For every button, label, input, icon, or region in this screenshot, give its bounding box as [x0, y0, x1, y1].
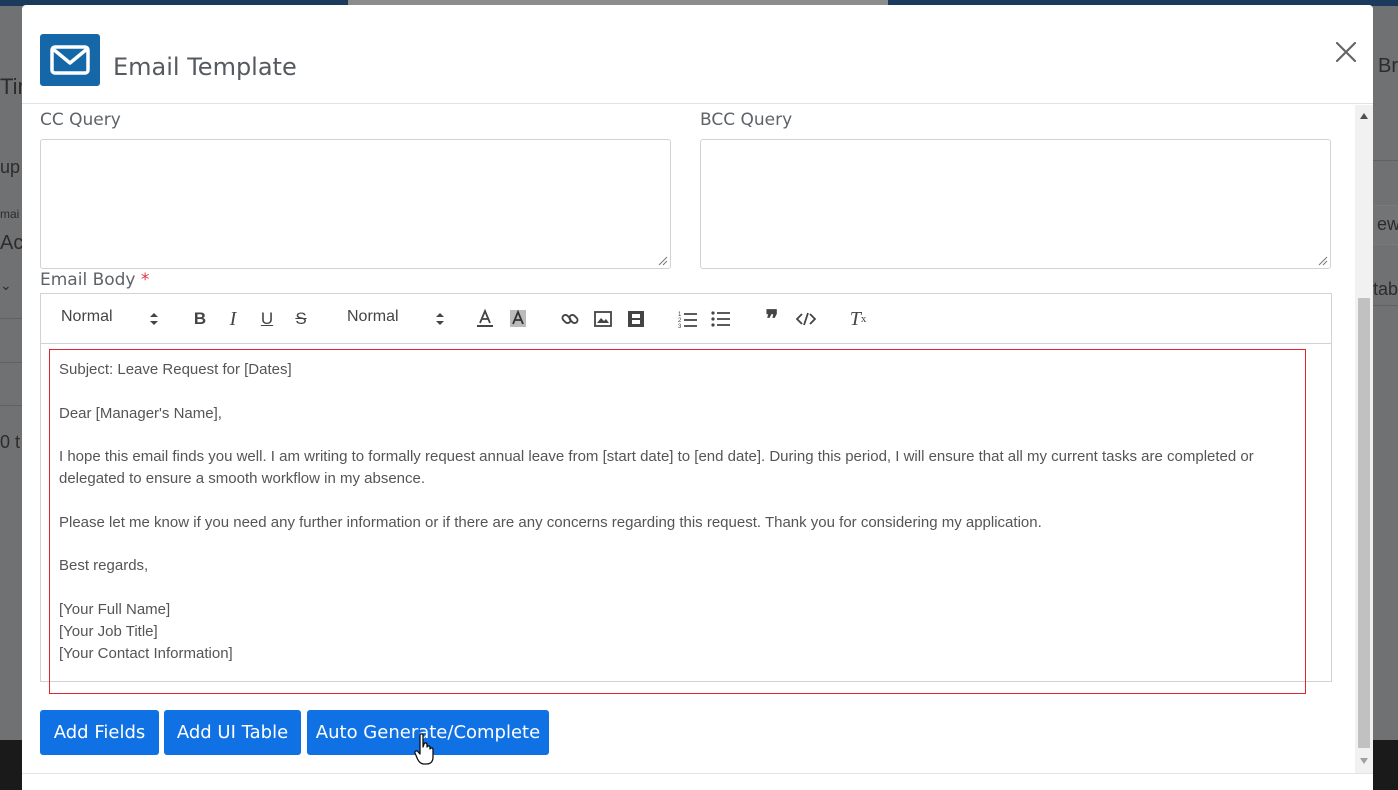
size-select[interactable]: Normal	[347, 308, 447, 326]
background-text: 0 t	[0, 432, 21, 452]
email-paragraph: Please let me know if you need any furth…	[59, 513, 1042, 531]
email-body-label: Email Body *	[40, 270, 149, 290]
required-marker: *	[140, 270, 150, 290]
background-text: tabl	[1373, 279, 1398, 299]
modal-header: Email Template	[22, 5, 1373, 104]
modal-scrollbar[interactable]	[1355, 105, 1373, 773]
scroll-thumb[interactable]	[1358, 298, 1370, 748]
scroll-down-icon[interactable]	[1360, 758, 1368, 764]
background-divider	[0, 318, 22, 319]
bcc-query-label: BCC Query	[700, 110, 793, 130]
email-closing: Best regards,	[59, 557, 149, 574]
modal-title: Email Template	[113, 53, 297, 81]
resize-grip-icon[interactable]	[1318, 256, 1328, 266]
strike-icon[interactable]: S	[290, 308, 312, 330]
email-paragraph: I hope this email finds you well. I am w…	[59, 448, 1254, 487]
editor-toolbar: Normal B I U S Normal 1 2 3 ❞ T x	[41, 294, 1331, 344]
background-divider	[1373, 305, 1398, 306]
background-text: mai	[0, 207, 20, 221]
close-icon[interactable]	[1332, 38, 1360, 66]
blockquote-icon[interactable]: ❞	[761, 307, 783, 333]
video-icon[interactable]	[625, 308, 647, 330]
cc-query-label: CC Query	[40, 110, 121, 130]
header-select-value: Normal	[61, 308, 113, 325]
email-greeting: Dear [Manager's Name],	[59, 404, 222, 422]
background-color-icon[interactable]	[507, 308, 529, 330]
select-arrows-icon	[150, 313, 158, 325]
image-icon[interactable]	[592, 308, 614, 330]
email-signature-title: [Your Job Title]	[59, 622, 158, 640]
resize-grip-icon[interactable]	[658, 256, 668, 266]
email-subject-line: Subject: Leave Request for [Dates]	[59, 361, 292, 378]
envelope-icon	[40, 34, 100, 86]
background-text: up	[0, 157, 21, 177]
size-select-value: Normal	[347, 308, 399, 325]
email-template-modal: Email Template CC Query BCC Query Email …	[22, 5, 1373, 790]
editor-content[interactable]: Subject: Leave Request for [Dates] Dear …	[41, 345, 1331, 681]
bullet-list-icon[interactable]	[710, 308, 732, 330]
background-chevron-icon: ⌄	[0, 277, 12, 293]
bold-icon[interactable]: B	[189, 308, 211, 330]
svg-text:3: 3	[678, 324, 682, 328]
rich-text-editor: Normal B I U S Normal 1 2 3 ❞ T x Subjec…	[40, 293, 1332, 682]
background-divider	[0, 405, 22, 406]
italic-icon[interactable]: I	[222, 308, 244, 330]
modal-body: CC Query BCC Query Email Body * Normal B…	[22, 105, 1355, 777]
clear-format-icon[interactable]: Tx	[847, 308, 869, 330]
ordered-list-icon[interactable]: 123	[677, 308, 699, 330]
cc-query-input[interactable]	[40, 139, 671, 269]
add-ui-table-button[interactable]: Add UI Table	[164, 710, 301, 755]
add-fields-button[interactable]: Add Fields	[40, 710, 159, 755]
footer-divider	[22, 773, 1373, 774]
link-icon[interactable]	[559, 308, 581, 330]
email-signature-name: [Your Full Name]	[59, 600, 171, 618]
background-text: ew	[1377, 214, 1398, 234]
bcc-query-input[interactable]	[700, 139, 1331, 269]
select-arrows-icon	[436, 313, 444, 325]
email-body-label-text: Email Body	[40, 270, 136, 290]
code-block-icon[interactable]	[795, 308, 817, 330]
background-divider	[0, 362, 22, 363]
background-divider	[1373, 160, 1398, 161]
scroll-up-icon[interactable]	[1360, 113, 1368, 119]
font-color-icon[interactable]	[474, 308, 496, 330]
background-text: Bro	[1378, 55, 1398, 77]
header-select[interactable]: Normal	[61, 308, 161, 326]
underline-icon[interactable]: U	[256, 308, 278, 330]
auto-generate-button[interactable]: Auto Generate/Complete	[307, 710, 549, 755]
email-signature-contact: [Your Contact Information]	[59, 644, 233, 662]
